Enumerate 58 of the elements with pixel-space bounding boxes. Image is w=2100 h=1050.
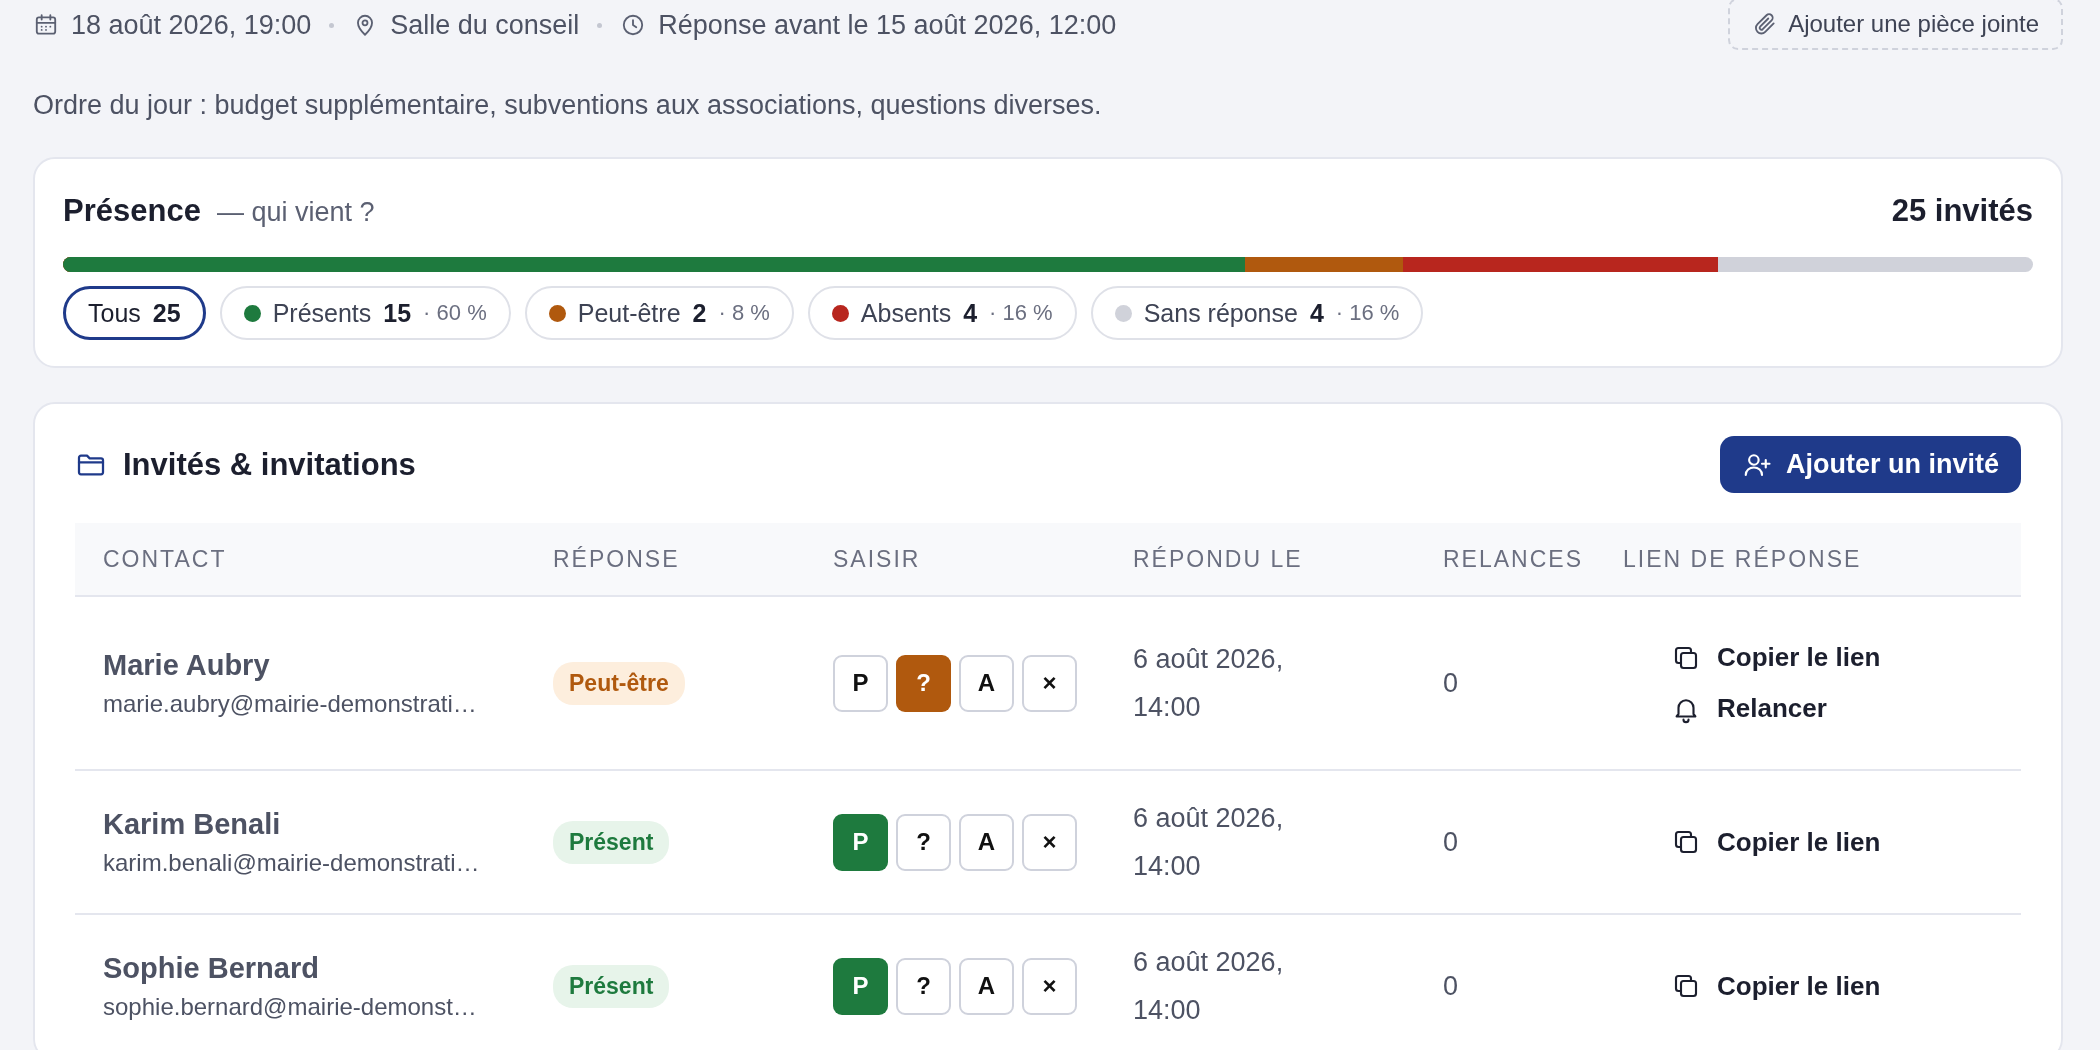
copy-link-button[interactable]: Copier le lien xyxy=(1671,970,2021,1002)
response-choice[interactable]: × xyxy=(1022,813,1077,871)
answered-date: 6 août 2026, xyxy=(1133,802,1285,835)
column-header: SAISIR xyxy=(833,523,1133,597)
answered-time: 14:00 xyxy=(1133,850,1202,883)
filter-chip[interactable]: Sans réponse 4 · 16 % xyxy=(1090,286,1424,340)
contact-email: karim.benali@mairie-demonstrati… xyxy=(103,848,481,877)
answered-date: 6 août 2026, xyxy=(1133,643,1285,676)
add-guest-button[interactable]: Ajouter un invité xyxy=(1720,436,2021,493)
separator-dot xyxy=(597,22,603,28)
response-choice[interactable]: × xyxy=(1022,654,1077,712)
column-header: RELANCES xyxy=(1443,523,1623,597)
presence-title: Présence xyxy=(63,193,201,229)
calendar-icon xyxy=(33,12,59,38)
column-header: RÉPONDU LE xyxy=(1133,523,1443,597)
column-header: RÉPONSE xyxy=(553,523,833,597)
response-choice[interactable]: A xyxy=(959,957,1014,1015)
remind-button[interactable]: Relancer xyxy=(1671,693,2021,724)
presence-subtitle: — qui vient ? xyxy=(216,197,375,228)
section-title: Invités & invitations xyxy=(123,446,416,483)
copy-link-button[interactable]: Copier le lien xyxy=(1671,642,2021,673)
response-choice[interactable]: A xyxy=(959,813,1014,871)
contact-name: Marie Aubry xyxy=(103,648,271,682)
contact-email: sophie.bernard@mairie-demonst… xyxy=(103,992,478,1021)
column-header: LIEN DE RÉPONSE xyxy=(1623,523,2021,597)
response-choice[interactable]: P xyxy=(833,813,888,871)
contact-email: marie.aubry@mairie-demonstrati… xyxy=(103,689,478,718)
response-status: Peut-être xyxy=(553,661,685,705)
response-choice[interactable]: P xyxy=(833,957,888,1015)
filter-chip[interactable]: Tous 25 xyxy=(63,286,206,340)
event-date: 18 août 2026, 19:00 xyxy=(71,9,312,41)
attach-file-button[interactable]: Ajouter une pièce jointe xyxy=(1728,0,2063,50)
reminder-count: 0 xyxy=(1443,970,1460,1002)
copy-link-button[interactable]: Copier le lien xyxy=(1671,826,2021,858)
reminder-count: 0 xyxy=(1443,826,1460,858)
reminder-count: 0 xyxy=(1443,667,1460,699)
answered-time: 14:00 xyxy=(1133,691,1202,724)
filter-chip[interactable]: Absents 4 · 16 % xyxy=(807,286,1077,340)
filter-chip[interactable]: Présents 15 · 60 % xyxy=(219,286,511,340)
column-header: CONTACT xyxy=(75,523,553,597)
response-choice[interactable]: ? xyxy=(896,654,951,712)
agenda-text: Ordre du jour : budget supplémentaire, subventions aux associations, questions diverses. xyxy=(33,90,1103,121)
separator-dot xyxy=(329,22,335,28)
response-deadline: Réponse avant le 15 août 2026, 12:00 xyxy=(658,9,1117,41)
invited-total: 25 invités xyxy=(1891,193,2033,229)
answered-date: 6 août 2026, xyxy=(1133,946,1285,979)
answered-time: 14:00 xyxy=(1133,994,1202,1027)
response-status: Présent xyxy=(553,964,670,1008)
event-place: Salle du conseil xyxy=(390,9,580,41)
response-choice[interactable]: ? xyxy=(896,813,951,871)
response-choice[interactable]: × xyxy=(1022,957,1077,1015)
contact-name: Sophie Bernard xyxy=(103,951,320,985)
response-choice[interactable]: A xyxy=(959,654,1014,712)
response-status: Présent xyxy=(553,820,670,864)
response-choice[interactable]: ? xyxy=(896,957,951,1015)
filter-chip[interactable]: Peut-être 2 · 8 % xyxy=(524,286,794,340)
contact-name: Karim Benali xyxy=(103,807,282,841)
response-choice[interactable]: P xyxy=(833,654,888,712)
